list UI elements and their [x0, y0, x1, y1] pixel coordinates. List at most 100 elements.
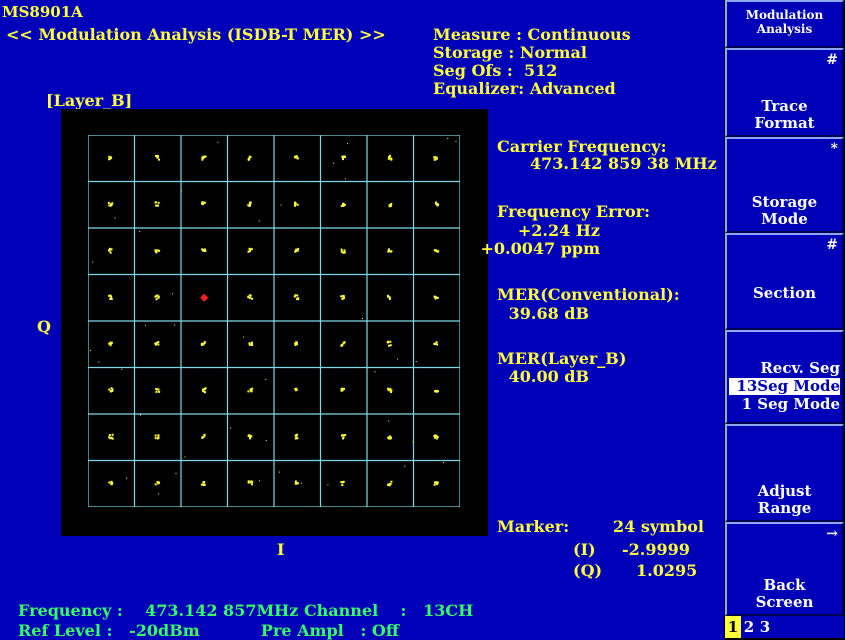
constellation-point	[108, 155, 113, 161]
constellation-point	[340, 248, 346, 254]
constellation-point	[247, 294, 254, 300]
constellation-point	[433, 249, 440, 253]
seg-ofs-setting: Seg Ofs : 512	[433, 61, 558, 80]
key-mark: *	[830, 141, 838, 157]
measure-setting: Measure : Continuous	[433, 25, 631, 44]
noise-dot	[265, 439, 267, 441]
constellation-point	[294, 480, 299, 485]
constellation-point	[293, 155, 299, 160]
constellation-point	[386, 340, 392, 347]
noise-dot	[180, 190, 182, 192]
noise-dot	[404, 465, 406, 467]
constellation-point	[154, 154, 161, 161]
noise-dot	[139, 414, 141, 416]
constellation-point	[433, 156, 438, 161]
page-3[interactable]: 3	[757, 616, 773, 638]
constellation-point	[202, 387, 207, 394]
constellation-point	[201, 433, 206, 440]
constellation-point	[200, 341, 206, 346]
noise-dot	[114, 217, 116, 219]
page-2[interactable]: 2	[741, 616, 757, 638]
noise-dot	[217, 141, 219, 143]
menu-title-line-2: Analysis	[756, 22, 813, 36]
footer-ref-level: Ref Level : -20dBm Pre Ampl : Off	[18, 621, 399, 640]
softkey-panel: Modulation Analysis # Trace Format * Stor…	[724, 0, 845, 640]
main-screen: MS8901A << Modulation Analysis (ISDB-T M…	[0, 0, 724, 640]
constellation-point	[154, 249, 161, 254]
section-key[interactable]: # Section	[725, 233, 844, 330]
noise-dot	[415, 361, 417, 363]
noise-dot	[374, 371, 376, 373]
adjust-range-key[interactable]: Adjust Range	[725, 424, 844, 522]
noise-dot	[175, 472, 177, 474]
noise-dot	[412, 441, 414, 443]
constellation-point	[340, 341, 346, 347]
constellation-point	[201, 201, 206, 206]
noise-dot	[344, 178, 346, 180]
constellation-point	[108, 294, 113, 300]
constellation-point	[433, 434, 439, 440]
constellation-point	[248, 341, 254, 346]
menu-title-line-1: Modulation	[745, 8, 824, 22]
constellation-point	[386, 480, 393, 487]
recv-13seg-option[interactable]: 13Seg Mode	[729, 378, 840, 395]
constellation-point	[435, 201, 440, 207]
noise-dot	[361, 318, 363, 320]
marker-i-value: -2.9999	[622, 540, 690, 559]
recv-1seg-option[interactable]: 1 Seg Mode	[729, 396, 840, 413]
noise-dot	[172, 293, 174, 295]
marker-point	[200, 293, 209, 302]
constellation-point	[433, 481, 439, 486]
constellation-point	[201, 155, 207, 161]
noise-dot	[98, 361, 100, 363]
key-label: Trace	[761, 97, 808, 115]
constellation-point	[154, 341, 160, 346]
noise-dot	[279, 471, 281, 473]
back-screen-key[interactable]: → Back Screen	[725, 522, 844, 616]
key-label: Adjust	[757, 482, 812, 500]
noise-dot	[92, 261, 94, 263]
storage-setting: Storage : Normal	[433, 43, 587, 62]
constellation-point	[387, 248, 393, 253]
constellation-point	[340, 387, 345, 392]
constellation-point	[108, 433, 114, 440]
model-label: MS8901A	[2, 3, 83, 21]
noise-dot	[144, 324, 146, 326]
page-1[interactable]: 1	[725, 616, 741, 638]
key-label: Mode	[761, 210, 808, 228]
noise-dot	[347, 142, 349, 144]
noise-dot	[89, 349, 91, 351]
constellation-point	[340, 294, 345, 301]
marker-i-label: (I)	[573, 540, 596, 559]
recv-seg-label: Recv. Seg	[760, 359, 840, 377]
constellation-point	[155, 387, 161, 393]
constellation-point	[293, 201, 299, 207]
constellation-point	[108, 341, 113, 347]
constellation-point	[107, 247, 113, 254]
trace-format-key[interactable]: # Trace Format	[725, 48, 844, 137]
noise-dot	[388, 420, 390, 422]
noise-dot	[442, 461, 444, 463]
marker-q-label: (Q)	[573, 561, 603, 580]
constellation-point	[434, 389, 439, 393]
mer-layer-label: MER(Layer_B)	[497, 349, 627, 368]
carrier-frequency-value: 473.142 859 38 MHz	[530, 154, 717, 173]
constellation-point	[294, 387, 298, 392]
key-label: Screen	[755, 593, 814, 611]
noise-dot	[139, 231, 141, 233]
marker-symbol: 24 symbol	[613, 517, 705, 536]
constellation-point	[294, 341, 299, 346]
constellation-point	[154, 294, 160, 301]
recv-seg-key[interactable]: Recv. Seg 13Seg Mode 1 Seg Mode	[725, 330, 844, 424]
key-label: Section	[752, 284, 817, 302]
key-mark: #	[826, 52, 838, 68]
frequency-error-hz: +2.24 Hz	[517, 221, 600, 240]
constellation-plot	[88, 135, 460, 507]
constellation-point	[340, 434, 347, 440]
equalizer-setting: Equalizer: Advanced	[433, 79, 616, 98]
i-axis-label: I	[277, 540, 285, 559]
storage-mode-key[interactable]: * Storage Mode	[725, 137, 844, 233]
noise-dot	[258, 220, 260, 222]
frequency-error-label: Frequency Error:	[497, 202, 650, 221]
noise-dot	[247, 159, 249, 161]
